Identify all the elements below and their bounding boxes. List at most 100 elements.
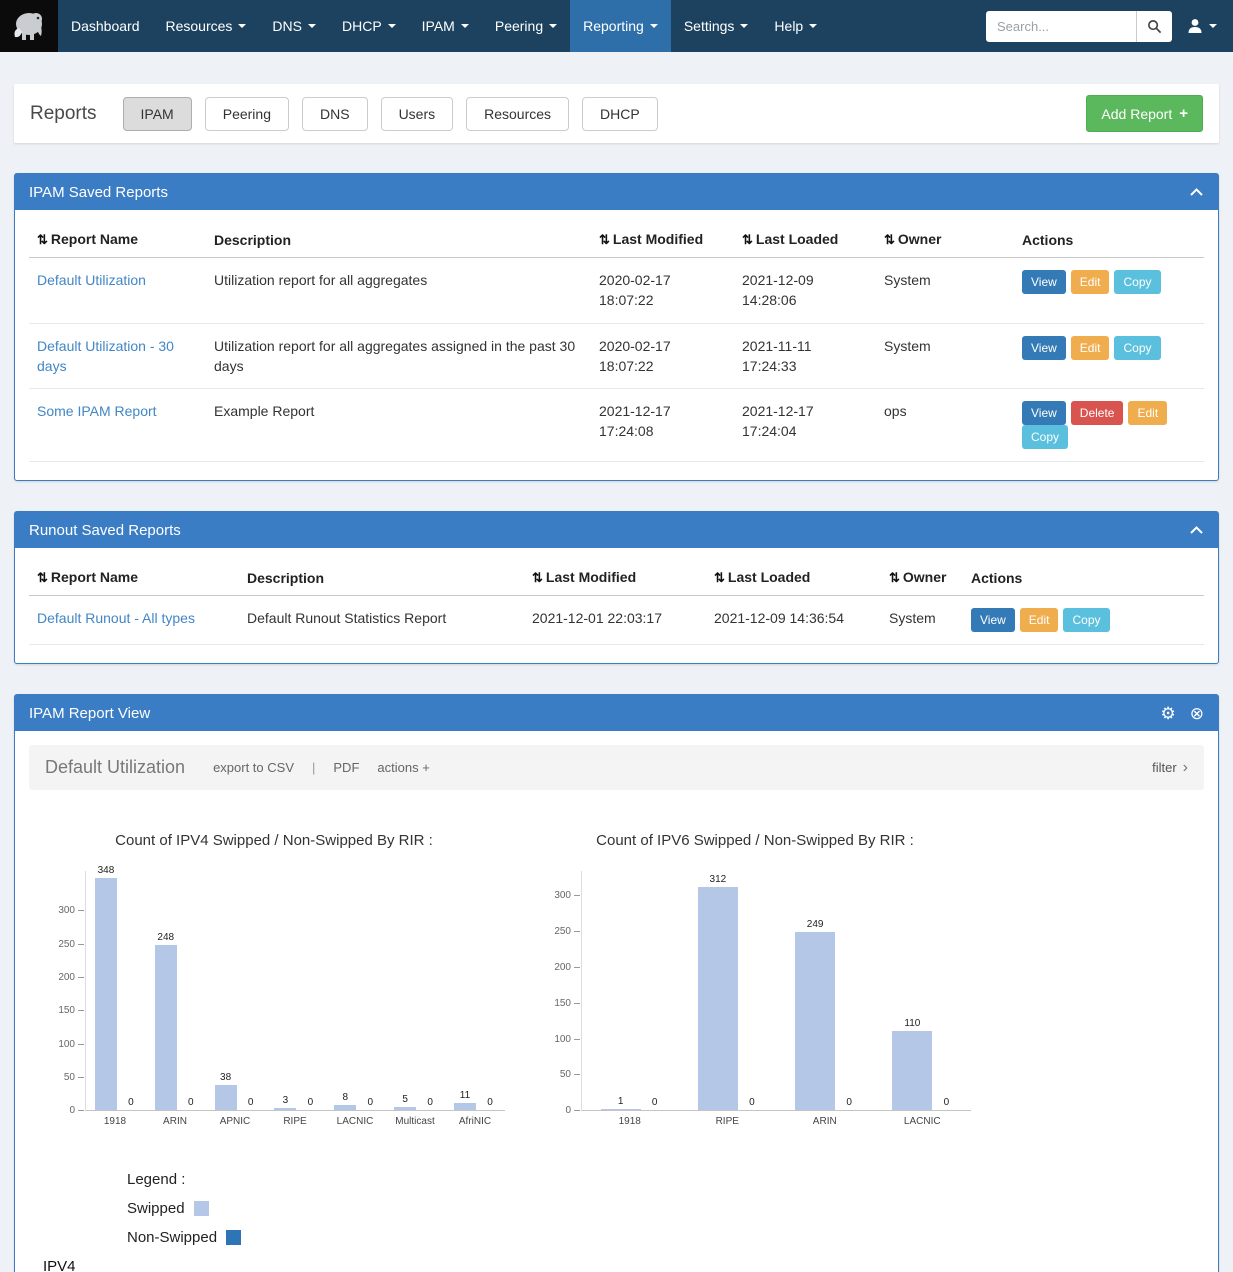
bar-column: 0 (364, 871, 376, 1110)
nav-item-label: Peering (495, 18, 543, 34)
x-axis-labels: 1918RIPEARINLACNIC (581, 1116, 971, 1127)
nav-item-settings[interactable]: Settings (671, 0, 762, 52)
view-button[interactable]: View (1022, 336, 1066, 360)
nav-item-reporting[interactable]: Reporting (570, 0, 671, 52)
close-panel-button[interactable]: ⊗ (1190, 705, 1204, 722)
bar-column: 249 (795, 871, 835, 1110)
bar-column: 0 (304, 871, 316, 1110)
cell-last-modified: 2020-02-17 18:07:22 (591, 323, 734, 389)
edit-button[interactable]: Edit (1071, 270, 1110, 294)
edit-button[interactable]: Edit (1071, 336, 1110, 360)
bar-value-label: 0 (128, 1097, 134, 1108)
bar-column: 0 (185, 871, 197, 1110)
cell-description: Example Report (206, 389, 591, 462)
search-button[interactable] (1136, 11, 1172, 42)
cell-last-loaded: 2021-11-11 17:24:33 (734, 323, 876, 389)
edit-button[interactable]: Edit (1020, 608, 1059, 632)
col-header-last-loaded[interactable]: ⇅Last Loaded (706, 560, 881, 596)
nav-item-label: Resources (166, 18, 233, 34)
cell-owner: System (876, 323, 1014, 389)
sort-icon: ⇅ (742, 232, 753, 247)
copy-button[interactable]: Copy (1114, 336, 1160, 360)
y-tick-label: 100 (554, 1034, 571, 1045)
copy-button[interactable]: Copy (1114, 270, 1160, 294)
tab-users[interactable]: Users (381, 97, 454, 131)
search-input[interactable] (986, 11, 1136, 42)
x-axis-label: Multicast (385, 1116, 445, 1127)
bar-swipped (274, 1108, 296, 1110)
bar-column: 8 (334, 871, 356, 1110)
nav-item-dns[interactable]: DNS (259, 0, 329, 52)
y-tick-mark (78, 910, 84, 911)
report-link[interactable]: Default Utilization - 30 days (37, 338, 174, 374)
filter-toggle[interactable]: filter › (1152, 759, 1188, 777)
plus-icon: + (1179, 105, 1188, 122)
bar-column: 0 (424, 871, 436, 1110)
toolbar-link-actions[interactable]: actions + (377, 760, 429, 775)
cell-report-name: Default Utilization - 30 days (29, 323, 206, 389)
collapse-button[interactable] (1189, 525, 1204, 535)
col-header-owner[interactable]: ⇅Owner (876, 222, 1014, 258)
bar-value-label: 5 (402, 1094, 408, 1105)
col-header-report-name[interactable]: ⇅Report Name (29, 222, 206, 258)
sort-icon: ⇅ (714, 570, 725, 585)
col-header-last-modified[interactable]: ⇅Last Modified (591, 222, 734, 258)
settings-button[interactable]: ⚙ (1161, 705, 1176, 722)
report-link[interactable]: Default Utilization (37, 272, 146, 288)
bar-group-multicast: 50 (394, 871, 436, 1110)
nav-item-dhcp[interactable]: DHCP (329, 0, 409, 52)
nav-item-ipam[interactable]: IPAM (409, 0, 482, 52)
sort-icon: ⇅ (532, 570, 543, 585)
tab-dhcp[interactable]: DHCP (582, 97, 658, 131)
tab-dns[interactable]: DNS (302, 97, 368, 131)
nav-item-help[interactable]: Help (761, 0, 830, 52)
edit-button[interactable]: Edit (1128, 401, 1167, 425)
caret-down-icon (308, 24, 316, 28)
view-button[interactable]: View (1022, 270, 1066, 294)
table-header-row: ⇅Report NameDescription⇅Last Modified⇅La… (29, 560, 1204, 596)
col-header-last-modified[interactable]: ⇅Last Modified (524, 560, 706, 596)
nav-item-peering[interactable]: Peering (482, 0, 570, 52)
x-axis-label: AfriNIC (445, 1116, 505, 1127)
runout-saved-reports-panel: Runout Saved Reports ⇅Report NameDescrip… (14, 511, 1219, 664)
report-link[interactable]: Default Runout - All types (37, 610, 195, 626)
collapse-button[interactable] (1189, 187, 1204, 197)
copy-button[interactable]: Copy (1063, 608, 1109, 632)
toolbar-link-export-to-csv[interactable]: export to CSV (213, 760, 294, 775)
add-report-button[interactable]: Add Report + (1086, 95, 1203, 132)
sort-icon: ⇅ (37, 570, 48, 585)
ipam-saved-reports-panel: IPAM Saved Reports ⇅Report NameDescripti… (14, 173, 1219, 481)
nav-item-resources[interactable]: Resources (153, 0, 260, 52)
tab-resources[interactable]: Resources (466, 97, 569, 131)
x-axis-label: LACNIC (325, 1116, 385, 1127)
tab-ipam[interactable]: IPAM (123, 97, 192, 131)
bar-column: 38 (215, 871, 237, 1110)
bar-column: 0 (940, 871, 952, 1110)
tab-peering[interactable]: Peering (205, 97, 289, 131)
delete-button[interactable]: Delete (1071, 401, 1124, 425)
plot-area: 10312024901100 (581, 871, 971, 1111)
bar-group-lacnic: 80 (334, 871, 376, 1110)
charts-row: Count of IPV4 Swipped / Non-Swipped By R… (15, 804, 1218, 1127)
col-header-last-loaded[interactable]: ⇅Last Loaded (734, 222, 876, 258)
bar-group-afrinic: 110 (454, 871, 496, 1110)
ipam-report-view-panel: IPAM Report View ⚙ ⊗ Default Utilization… (14, 694, 1219, 1272)
view-button[interactable]: View (1022, 401, 1066, 425)
report-link[interactable]: Some IPAM Report (37, 403, 157, 419)
app-logo[interactable] (0, 0, 58, 52)
cell-description: Utilization report for all aggregates as… (206, 323, 591, 389)
search-icon (1147, 19, 1162, 34)
x-axis-label: 1918 (85, 1116, 145, 1127)
view-button[interactable]: View (971, 608, 1015, 632)
copy-button[interactable]: Copy (1022, 425, 1068, 449)
user-menu[interactable] (1186, 17, 1217, 35)
x-axis-label: RIPE (265, 1116, 325, 1127)
col-header-owner[interactable]: ⇅Owner (881, 560, 963, 596)
filter-label: filter (1152, 760, 1177, 775)
panel-title: IPAM Saved Reports (29, 184, 168, 201)
ipam-reports-table: ⇅Report NameDescription⇅Last Modified⇅La… (29, 222, 1204, 462)
col-header-report-name[interactable]: ⇅Report Name (29, 560, 239, 596)
toolbar-link-pdf[interactable]: PDF (333, 760, 359, 775)
caret-down-icon (1209, 24, 1217, 28)
nav-item-dashboard[interactable]: Dashboard (58, 0, 153, 52)
